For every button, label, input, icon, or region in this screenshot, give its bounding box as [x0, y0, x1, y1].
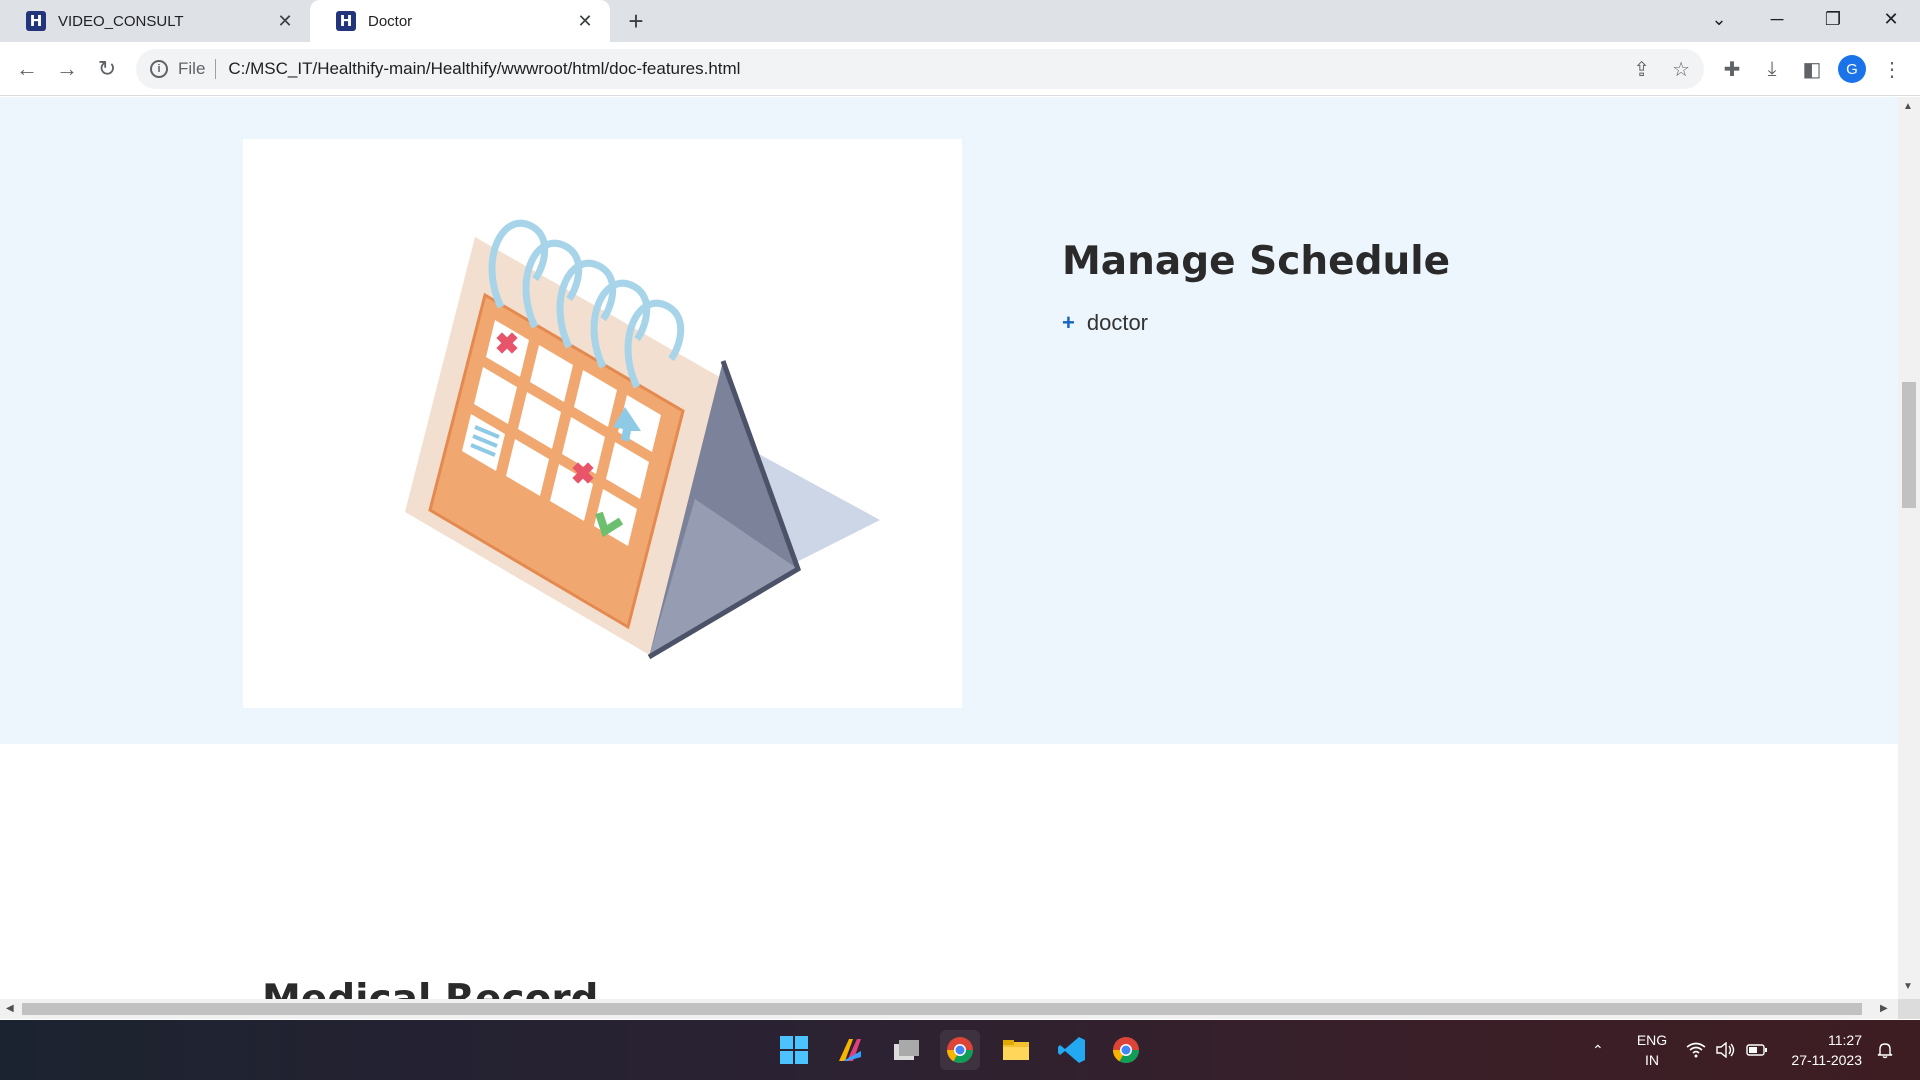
back-arrow-icon[interactable]: ← — [12, 54, 42, 84]
clock-time: 11:27 — [1828, 1032, 1862, 1048]
horizontal-scrollbar[interactable]: ◀ ▶ — [0, 999, 1898, 1019]
system-clock[interactable]: 11:27 27-11-2023 — [1780, 1030, 1862, 1070]
minimize-icon[interactable]: ─ — [1752, 0, 1802, 38]
tab-search-chevron-down-icon[interactable]: ⌄ — [1694, 0, 1744, 38]
site-info-icon[interactable]: i — [150, 60, 168, 78]
feature-item-label: doctor — [1086, 310, 1149, 335]
copilot-app-icon[interactable] — [830, 1030, 870, 1070]
healthify-favicon-icon: H — [26, 11, 46, 31]
feature-list-item: + doctor — [1062, 310, 1148, 336]
scroll-up-arrow-icon[interactable]: ▲ — [1903, 101, 1913, 112]
scroll-corner — [1898, 999, 1920, 1019]
feature-section: Manage Schedule + doctor — [0, 97, 1898, 744]
tab-strip: H VIDEO_CONSULT ✕ H Doctor ✕ + ⌄ ─ ❐ ✕ — [0, 0, 1920, 42]
next-section-title: Medical Record — [262, 977, 598, 999]
tab-doctor[interactable]: H Doctor ✕ — [310, 0, 610, 42]
scheme-label: File — [178, 59, 217, 79]
region-code: IN — [1645, 1052, 1659, 1068]
bookmark-star-icon[interactable]: ☆ — [1672, 57, 1690, 82]
side-panel-icon[interactable]: ◧ — [1797, 54, 1827, 84]
scroll-left-arrow-icon[interactable]: ◀ — [6, 1003, 14, 1014]
page-viewport: Manage Schedule + doctor Medical Record — [0, 97, 1898, 999]
feature-title: Manage Schedule — [1062, 239, 1451, 284]
language-indicator[interactable]: ENG IN — [1632, 1030, 1672, 1070]
vscode-app-icon[interactable] — [1052, 1030, 1092, 1070]
download-icon[interactable]: ⤓ — [1757, 54, 1787, 84]
tab-video-consult[interactable]: H VIDEO_CONSULT ✕ — [0, 0, 310, 42]
notification-bell-icon[interactable] — [1876, 1020, 1894, 1080]
show-hidden-icons-chevron-up-icon[interactable]: ⌃ — [1592, 1020, 1604, 1080]
tab-title: VIDEO_CONSULT — [58, 12, 184, 30]
scroll-down-arrow-icon[interactable]: ▼ — [1903, 981, 1913, 992]
feature-image-card — [243, 139, 962, 708]
chrome-profile-app-icon[interactable] — [1106, 1030, 1146, 1070]
battery-icon[interactable] — [1746, 1020, 1768, 1080]
wifi-icon[interactable] — [1686, 1020, 1706, 1080]
vertical-scrollbar[interactable]: ▲ ▼ — [1898, 97, 1920, 999]
chrome-app-icon[interactable] — [940, 1030, 980, 1070]
healthify-favicon-icon: H — [336, 11, 356, 31]
calendar-illustration-icon — [405, 219, 880, 660]
browser-toolbar: ← → ↻ i File C:/MSC_IT/Healthify-main/He… — [0, 42, 1920, 96]
task-view-icon[interactable] — [886, 1030, 926, 1070]
vertical-scroll-thumb[interactable] — [1902, 382, 1916, 508]
restore-icon[interactable]: ❐ — [1808, 0, 1858, 38]
new-tab-button[interactable]: + — [620, 7, 652, 35]
clock-date: 27-11-2023 — [1791, 1052, 1862, 1068]
volume-icon[interactable] — [1716, 1020, 1736, 1080]
language-code: ENG — [1636, 1032, 1668, 1048]
extensions-puzzle-icon[interactable]: ✚ — [1717, 54, 1747, 84]
window-close-icon[interactable]: ✕ — [1866, 0, 1916, 38]
forward-arrow-icon[interactable]: → — [52, 54, 82, 84]
close-icon[interactable]: ✕ — [274, 10, 296, 32]
profile-avatar[interactable]: G — [1838, 55, 1866, 83]
start-windows-icon[interactable] — [774, 1030, 814, 1070]
scroll-right-arrow-icon[interactable]: ▶ — [1880, 1003, 1888, 1014]
reload-icon[interactable]: ↻ — [92, 54, 122, 84]
file-explorer-icon[interactable] — [996, 1030, 1036, 1070]
windows-taskbar: ⌃ ENG IN 11:27 27-11-2023 — [0, 1020, 1920, 1080]
close-icon[interactable]: ✕ — [574, 10, 596, 32]
share-icon[interactable]: ⇪ — [1633, 57, 1650, 82]
address-bar[interactable]: i File C:/MSC_IT/Healthify-main/Healthif… — [136, 49, 1704, 89]
more-menu-icon[interactable]: ⋮ — [1877, 54, 1907, 84]
horizontal-scroll-thumb[interactable] — [22, 1003, 1862, 1015]
plus-icon: + — [1062, 310, 1075, 335]
url-text[interactable]: C:/MSC_IT/Healthify-main/Healthify/wwwro… — [228, 59, 740, 79]
tab-title: Doctor — [368, 12, 413, 30]
